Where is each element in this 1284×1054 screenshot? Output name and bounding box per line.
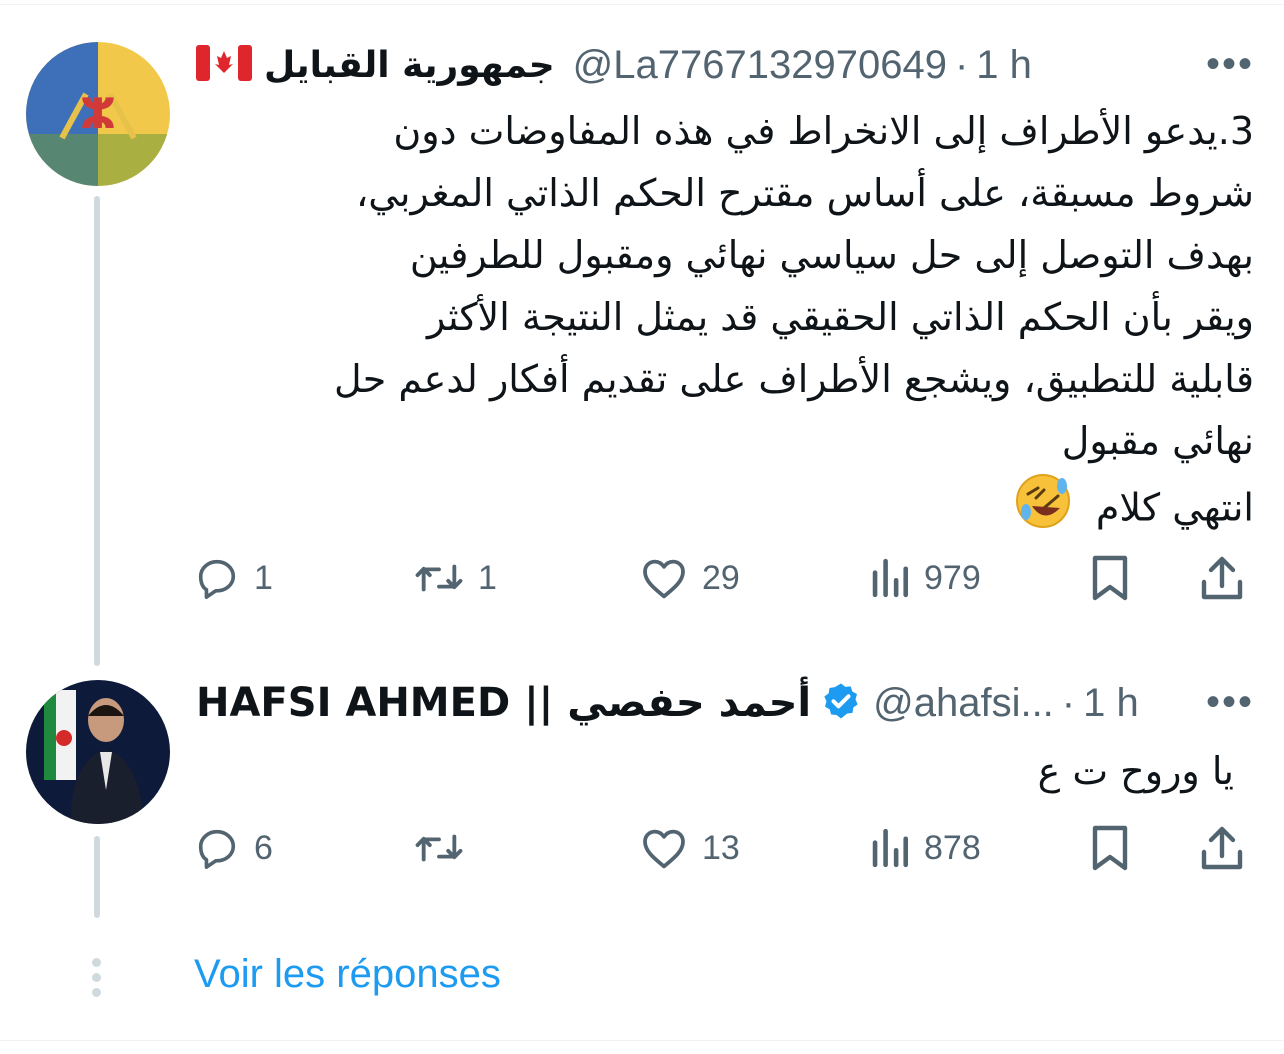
tweet-text-line: 3.يدعو الأطراف إلى الانخراط في هذه المفا… [393,109,1254,153]
show-replies-link[interactable]: Voir les réponses [194,952,501,997]
like-button[interactable]: 13 [640,818,740,878]
retweet-icon [415,564,463,592]
kabyle-flag-avatar-image: ⵣ [26,42,170,186]
reply-icon [198,559,236,599]
canada-flag-icon [196,45,252,85]
separator-dot: · [954,42,969,87]
tweet-actions: 6 13 878 [194,818,1254,878]
tweet-text-line: نهائي مقبول [1061,419,1254,463]
profile-photo-avatar-image [26,680,170,824]
retweet-count: 1 [478,558,497,597]
like-count: 13 [702,828,740,867]
share-button[interactable] [1200,548,1258,608]
tweet-text-line: بهدف التوصل إلى حل سياسي نهائي ومقبول لل… [409,233,1254,277]
views-count: 878 [924,828,981,867]
author-handle[interactable]: @La7767132970649 [573,43,947,88]
reply-count: 1 [254,558,273,597]
reply-count: 6 [254,828,273,867]
retweet-button[interactable] [414,818,478,878]
like-button[interactable]: 29 [640,548,740,608]
timestamp[interactable]: 1 h [976,43,1032,88]
views-count: 979 [924,558,981,597]
reply-button[interactable]: 1 [194,548,273,608]
views-icon [872,558,909,598]
separator-dot: · [1061,680,1076,725]
more-options-button[interactable]: ••• [1206,680,1254,725]
tweet-text-line: انتهي كلام [1095,485,1254,530]
tweet-header: جمهورية القبايل @La7767132970649 · 1 h [196,40,1032,90]
rolling-on-floor-laughing-emoji-icon [1014,472,1072,548]
tweet-actions: 1 1 29 979 [194,548,1254,608]
timestamp[interactable]: 1 h [1083,681,1139,726]
top-divider [0,4,1284,5]
bookmark-icon [1092,555,1128,601]
share-icon [1201,556,1243,600]
thread-continuation-dots [92,958,101,1003]
tweet-text-line: شروط مسبقة، على أساس مقترح الحكم الذاتي … [355,171,1254,215]
avatar[interactable]: ⵣ [26,42,170,186]
tweet-text-last-line: انتهي كلام [154,472,1254,534]
views-icon [872,828,909,868]
retweet-button[interactable]: 1 [414,548,497,608]
tweet-text-line: يا وروح ت ع [1037,749,1234,793]
author-name[interactable]: جمهورية القبايل [264,45,555,86]
reply-button[interactable]: 6 [194,818,273,878]
more-options-button[interactable]: ••• [1206,42,1254,87]
bottom-divider [0,1040,1284,1041]
views-button[interactable]: 979 [870,548,981,608]
tweet-text: 3.يدعو الأطراف إلى الانخراط في هذه المفا… [154,100,1254,534]
tweet-text-line: ويقر بأن الحكم الذاتي الحقيقي قد يمثل ال… [427,295,1254,339]
retweet-icon [415,834,463,862]
share-icon [1201,826,1243,870]
bookmark-button[interactable] [1090,818,1144,878]
author-name[interactable]: HAFSI AHMED || أحمد حفصي [196,680,811,726]
like-icon [643,829,685,869]
tweet-text: يا وروح ت ع [434,740,1234,802]
verified-badge-icon [821,681,861,725]
bookmark-icon [1092,825,1128,871]
reply-icon [198,829,236,869]
thread-line [94,196,100,666]
tweet-text-line: قابلية للتطبيق، ويشجع الأطراف على تقديم … [334,357,1254,401]
tweet-header: HAFSI AHMED || أحمد حفصي @ahafsi... · 1 … [196,678,1139,728]
thread-line [94,836,100,918]
avatar[interactable] [26,680,170,824]
bookmark-button[interactable] [1090,548,1144,608]
svg-text:ⵣ: ⵣ [80,89,116,138]
share-button[interactable] [1200,818,1258,878]
views-button[interactable]: 878 [870,818,981,878]
like-icon [643,559,685,599]
author-handle[interactable]: @ahafsi... [873,681,1054,726]
like-count: 29 [702,558,740,597]
